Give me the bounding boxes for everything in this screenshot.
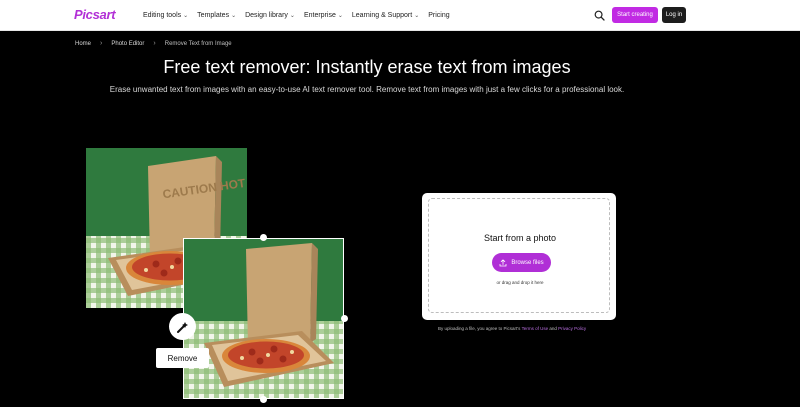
nav-templates[interactable]: Templates ⌄ (197, 12, 236, 19)
page-subtitle: Erase unwanted text from images with an … (109, 85, 625, 94)
chevron-down-icon: ⌄ (231, 13, 237, 19)
breadcrumb-current: Remove Text from Image (164, 40, 232, 47)
nav-pricing[interactable]: Pricing (428, 12, 449, 19)
breadcrumb-home[interactable]: Home (75, 41, 91, 47)
nav-label: Design library (245, 12, 288, 19)
top-navigation: Picsart Editing tools ⌄ Templates ⌄ Design… (0, 0, 800, 31)
privacy-link[interactable]: Privacy Policy (558, 326, 586, 331)
legal-and: and (549, 326, 557, 331)
resize-handle-top[interactable] (260, 234, 267, 241)
nav-learning-support[interactable]: Learning & Support ⌄ (352, 12, 419, 19)
upload-card: Start from a photo Browse files or drag … (422, 193, 616, 320)
breadcrumb-photo-editor[interactable]: Photo Editor (111, 41, 144, 47)
page-title: Free text remover: Instantly erase text … (163, 57, 571, 77)
resize-handle-right[interactable] (341, 315, 348, 322)
remove-button[interactable]: Remove (156, 348, 209, 368)
chevron-down-icon: ⌄ (289, 13, 295, 19)
legal-prefix: By uploading a file, you agree to Picsar… (438, 326, 521, 331)
after-image (183, 238, 344, 399)
pizza-box-after-illustration (184, 239, 343, 398)
upload-title: Start from a photo (483, 233, 557, 243)
chevron-down-icon: ⌄ (414, 13, 420, 19)
nav-label: Learning & Support (351, 12, 413, 19)
browse-files-label: Browse files (511, 259, 544, 266)
main-nav: Editing tools ⌄ Templates ⌄ Design library… (143, 0, 459, 31)
chevron-right-icon: › (100, 40, 103, 47)
nav-editing-tools[interactable]: Editing tools ⌄ (143, 12, 188, 19)
nav-enterprise[interactable]: Enterprise ⌄ (304, 12, 343, 19)
breadcrumb: Home › Photo Editor › Remove Text from I… (75, 40, 232, 47)
search-icon (594, 10, 605, 21)
legal-notice: By uploading a file, you agree to Picsar… (438, 326, 586, 331)
chevron-right-icon: › (153, 40, 156, 47)
magic-wand-icon (176, 321, 188, 333)
login-button[interactable]: Log in (662, 7, 686, 23)
terms-link[interactable]: Terms of Use (522, 326, 549, 331)
picsart-logo[interactable]: Picsart (74, 7, 116, 22)
chevron-down-icon: ⌄ (183, 13, 189, 19)
browse-files-button[interactable]: Browse files (492, 253, 551, 272)
nav-label: Enterprise (303, 12, 336, 19)
search-button[interactable] (591, 7, 608, 24)
chevron-down-icon: ⌄ (337, 13, 343, 19)
drop-zone[interactable]: Start from a photo Browse files or drag … (428, 198, 610, 313)
nav-label: Templates (197, 12, 230, 19)
nav-label: Pricing (428, 12, 450, 19)
upload-icon (499, 258, 507, 266)
start-creating-button[interactable]: Start creating (612, 7, 658, 23)
magic-wand-button[interactable] (169, 313, 196, 340)
nav-design-library[interactable]: Design library ⌄ (245, 12, 295, 19)
drag-drop-hint: or drag and drop it here (496, 280, 544, 285)
resize-handle-bottom[interactable] (260, 396, 267, 403)
nav-label: Editing tools (143, 12, 182, 19)
